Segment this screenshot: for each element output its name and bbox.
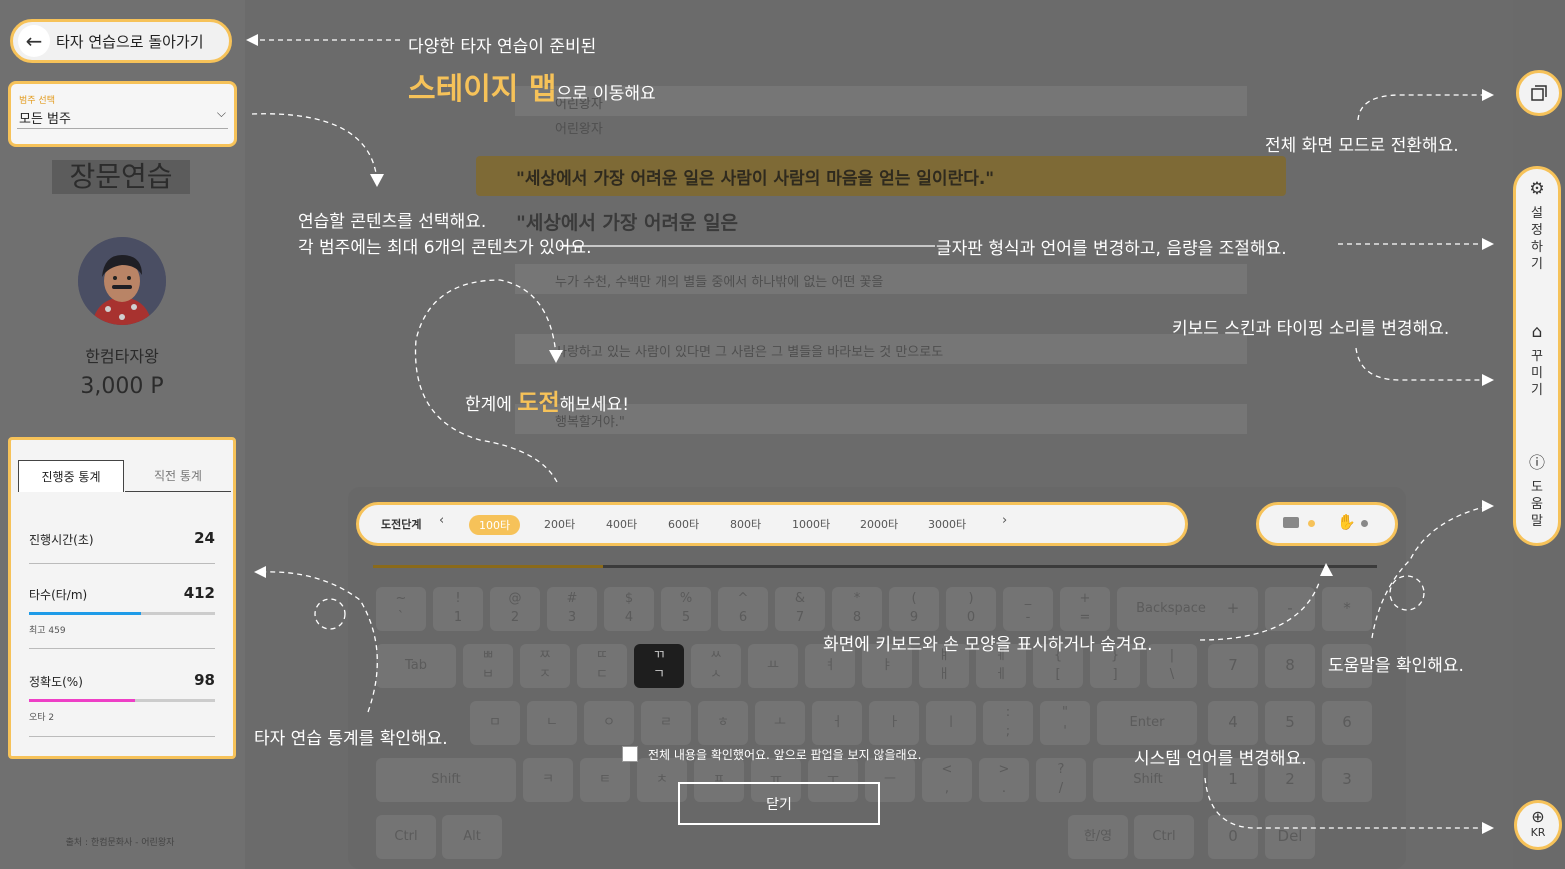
annotation-stats: 타자 연습 통계를 확인해요. <box>254 729 448 749</box>
annotation-toggle: 화면에 키보드와 손 모양을 표시하거나 숨겨요. <box>823 635 1153 655</box>
annotation-back: 다양한 타자 연습이 준비된 <box>408 37 597 57</box>
annotation-stage-map-rest: 으로 이동해요 <box>556 84 656 104</box>
annotation-decorate: 키보드 스킨과 타이핑 소리를 변경해요. <box>1172 319 1450 339</box>
annotation-challenge: 한계에 도전해보세요! <box>465 383 629 417</box>
annotation-challenge-pre: 한계에 <box>465 395 518 415</box>
annotation-challenge-post: 해보세요! <box>559 395 630 415</box>
annotation-fullscreen: 전체 화면 모드로 전환해요. <box>1265 136 1459 156</box>
annotation-category-1: 연습할 콘텐츠를 선택해요. <box>298 212 487 232</box>
annotation-help: 도움말을 확인해요. <box>1328 656 1464 676</box>
annotation-stage-map: 스테이지 맵으로 이동해요 <box>408 64 656 108</box>
annotation-stage-map-highlight: 스테이지 맵 <box>408 72 557 107</box>
annotation-challenge-highlight: 도전 <box>517 390 560 416</box>
annotation-language: 시스템 언어를 변경해요. <box>1134 749 1307 769</box>
annotation-category-2: 각 범주에는 최대 6개의 콘텐츠가 있어요. <box>298 238 592 258</box>
annotation-settings: 글자판 형식과 언어를 변경하고, 음량을 조절해요. <box>936 239 1287 259</box>
